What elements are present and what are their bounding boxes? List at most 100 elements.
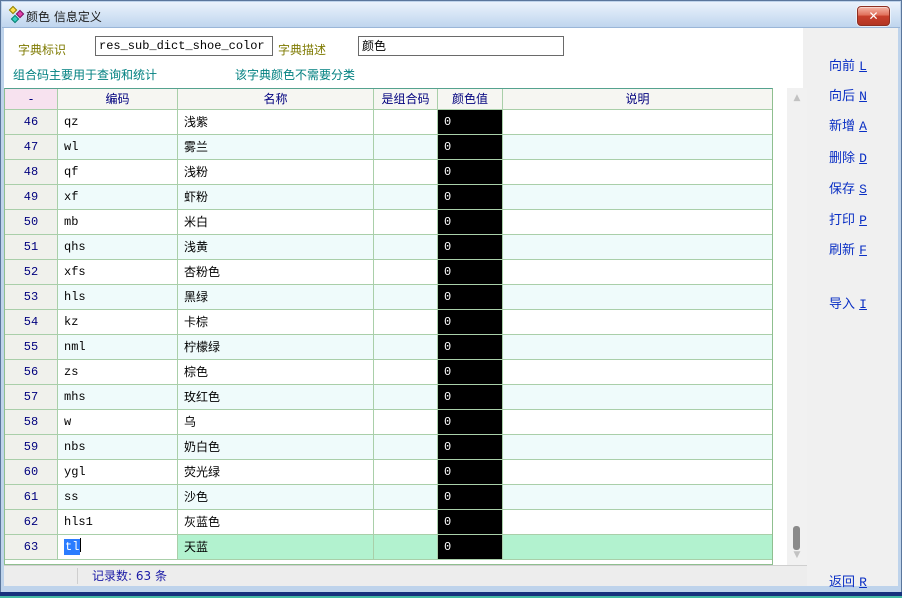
table-row[interactable]: 47 wl 雾兰 0 bbox=[5, 135, 772, 160]
note-cell[interactable] bbox=[503, 235, 772, 260]
row-number-cell[interactable]: 55 bbox=[5, 335, 58, 360]
is-combo-cell[interactable] bbox=[374, 485, 438, 510]
code-cell[interactable]: mhs bbox=[58, 385, 178, 410]
row-number-cell[interactable]: 59 bbox=[5, 435, 58, 460]
action-refresh[interactable]: 刷新 F bbox=[829, 239, 867, 258]
table-row[interactable]: 50 mb 米白 0 bbox=[5, 210, 772, 235]
action-forward[interactable]: 向前 L bbox=[829, 55, 867, 74]
name-cell[interactable]: 沙色 bbox=[178, 485, 374, 510]
action-next[interactable]: 向后 N bbox=[829, 85, 867, 104]
is-combo-cell[interactable] bbox=[374, 535, 438, 560]
name-cell[interactable]: 卡棕 bbox=[178, 310, 374, 335]
table-row[interactable]: 60 ygl 荧光绿 0 bbox=[5, 460, 772, 485]
name-cell[interactable]: 浅黄 bbox=[178, 235, 374, 260]
is-combo-cell[interactable] bbox=[374, 435, 438, 460]
row-number-cell[interactable]: 50 bbox=[5, 210, 58, 235]
color-value-cell[interactable]: 0 bbox=[438, 160, 503, 185]
scroll-down-icon[interactable]: ▼ bbox=[787, 547, 807, 563]
action-save[interactable]: 保存 S bbox=[829, 178, 867, 197]
row-number-cell[interactable]: 60 bbox=[5, 460, 58, 485]
row-number-cell[interactable]: 63 bbox=[5, 535, 58, 560]
note-cell[interactable] bbox=[503, 510, 772, 535]
is-combo-cell[interactable] bbox=[374, 335, 438, 360]
color-value-cell[interactable]: 0 bbox=[438, 235, 503, 260]
name-cell[interactable]: 棕色 bbox=[178, 360, 374, 385]
code-cell[interactable]: mb bbox=[58, 210, 178, 235]
name-cell[interactable]: 天蓝 bbox=[178, 535, 374, 560]
action-delete[interactable]: 删除 D bbox=[829, 147, 867, 166]
table-row[interactable]: 62 hls1 灰蓝色 0 bbox=[5, 510, 772, 535]
row-number-cell[interactable]: 54 bbox=[5, 310, 58, 335]
selected-text[interactable]: tl bbox=[64, 539, 81, 555]
is-combo-cell[interactable] bbox=[374, 410, 438, 435]
header-cell-4[interactable]: 颜色值 bbox=[438, 89, 503, 110]
name-cell[interactable]: 浅紫 bbox=[178, 110, 374, 135]
code-cell[interactable]: qhs bbox=[58, 235, 178, 260]
row-number-cell[interactable]: 53 bbox=[5, 285, 58, 310]
code-cell[interactable]: hls1 bbox=[58, 510, 178, 535]
row-number-cell[interactable]: 56 bbox=[5, 360, 58, 385]
note-cell[interactable] bbox=[503, 410, 772, 435]
color-value-cell[interactable]: 0 bbox=[438, 385, 503, 410]
is-combo-cell[interactable] bbox=[374, 385, 438, 410]
name-cell[interactable]: 乌 bbox=[178, 410, 374, 435]
row-number-cell[interactable]: 49 bbox=[5, 185, 58, 210]
code-cell[interactable]: xfs bbox=[58, 260, 178, 285]
action-back[interactable]: 返回 R bbox=[829, 571, 867, 590]
code-cell[interactable]: hls bbox=[58, 285, 178, 310]
dict-desc-input[interactable]: 颜色 bbox=[358, 36, 564, 56]
note-cell[interactable] bbox=[503, 360, 772, 385]
row-number-cell[interactable]: 58 bbox=[5, 410, 58, 435]
is-combo-cell[interactable] bbox=[374, 460, 438, 485]
note-cell[interactable] bbox=[503, 535, 772, 560]
note-cell[interactable] bbox=[503, 335, 772, 360]
note-cell[interactable] bbox=[503, 260, 772, 285]
table-row[interactable]: 61 ss 沙色 0 bbox=[5, 485, 772, 510]
name-cell[interactable]: 雾兰 bbox=[178, 135, 374, 160]
code-cell[interactable]: ygl bbox=[58, 460, 178, 485]
name-cell[interactable]: 柠檬绿 bbox=[178, 335, 374, 360]
code-cell[interactable]: qz bbox=[58, 110, 178, 135]
row-number-cell[interactable]: 61 bbox=[5, 485, 58, 510]
header-cell-3[interactable]: 是组合码 bbox=[374, 89, 438, 110]
vertical-scrollbar[interactable]: ▲ ▼ bbox=[787, 88, 807, 565]
color-value-cell[interactable]: 0 bbox=[438, 285, 503, 310]
scroll-up-icon[interactable]: ▲ bbox=[787, 90, 807, 106]
table-row[interactable]: 56 zs 棕色 0 bbox=[5, 360, 772, 385]
color-value-cell[interactable]: 0 bbox=[438, 435, 503, 460]
color-value-cell[interactable]: 0 bbox=[438, 510, 503, 535]
code-cell[interactable]: tl bbox=[58, 535, 178, 560]
color-value-cell[interactable]: 0 bbox=[438, 260, 503, 285]
is-combo-cell[interactable] bbox=[374, 260, 438, 285]
is-combo-cell[interactable] bbox=[374, 285, 438, 310]
table-row[interactable]: 51 qhs 浅黄 0 bbox=[5, 235, 772, 260]
row-number-cell[interactable]: 52 bbox=[5, 260, 58, 285]
name-cell[interactable]: 浅粉 bbox=[178, 160, 374, 185]
note-cell[interactable] bbox=[503, 385, 772, 410]
code-cell[interactable]: nml bbox=[58, 335, 178, 360]
color-value-cell[interactable]: 0 bbox=[438, 110, 503, 135]
color-value-cell[interactable]: 0 bbox=[438, 310, 503, 335]
table-row[interactable]: 58 w 乌 0 bbox=[5, 410, 772, 435]
row-number-cell[interactable]: 46 bbox=[5, 110, 58, 135]
table-row[interactable]: 52 xfs 杏粉色 0 bbox=[5, 260, 772, 285]
name-cell[interactable]: 米白 bbox=[178, 210, 374, 235]
is-combo-cell[interactable] bbox=[374, 135, 438, 160]
table-row[interactable]: 55 nml 柠檬绿 0 bbox=[5, 335, 772, 360]
row-number-cell[interactable]: 51 bbox=[5, 235, 58, 260]
row-number-cell[interactable]: 47 bbox=[5, 135, 58, 160]
note-cell[interactable] bbox=[503, 160, 772, 185]
code-cell[interactable]: ss bbox=[58, 485, 178, 510]
row-number-cell[interactable]: 48 bbox=[5, 160, 58, 185]
is-combo-cell[interactable] bbox=[374, 310, 438, 335]
code-cell[interactable]: xf bbox=[58, 185, 178, 210]
table-row[interactable]: 46 qz 浅紫 0 bbox=[5, 110, 772, 135]
code-cell[interactable]: qf bbox=[58, 160, 178, 185]
header-cell-2[interactable]: 名称 bbox=[178, 89, 374, 110]
color-value-cell[interactable]: 0 bbox=[438, 360, 503, 385]
is-combo-cell[interactable] bbox=[374, 210, 438, 235]
table-row[interactable]: 57 mhs 玫红色 0 bbox=[5, 385, 772, 410]
is-combo-cell[interactable] bbox=[374, 160, 438, 185]
note-cell[interactable] bbox=[503, 310, 772, 335]
table-row[interactable]: 49 xf 虾粉 0 bbox=[5, 185, 772, 210]
